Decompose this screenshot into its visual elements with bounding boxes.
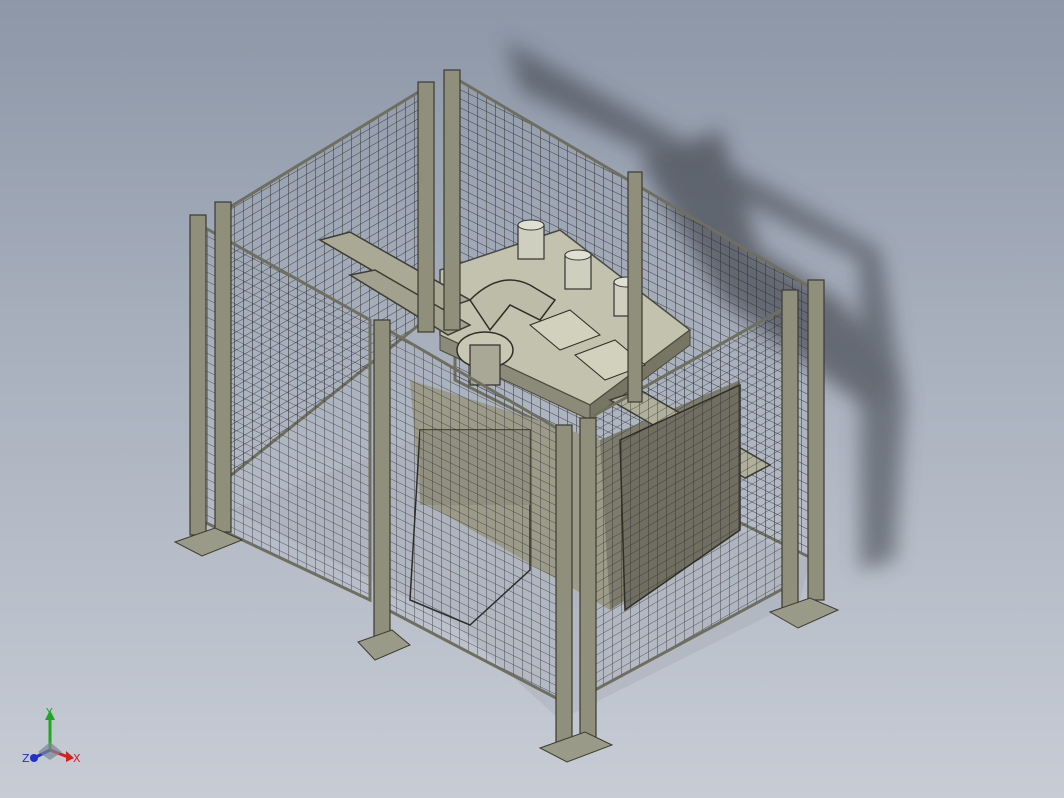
y-axis-label: Y — [45, 706, 53, 719]
cad-viewport[interactable]: Y X Z — [0, 0, 1064, 798]
triad-base-icon — [38, 742, 62, 760]
z-axis-dot-icon — [30, 754, 38, 762]
view-orientation-triad[interactable]: Y X Z — [22, 706, 81, 765]
x-axis-label: X — [73, 752, 81, 765]
z-axis-label: Z — [22, 752, 30, 765]
